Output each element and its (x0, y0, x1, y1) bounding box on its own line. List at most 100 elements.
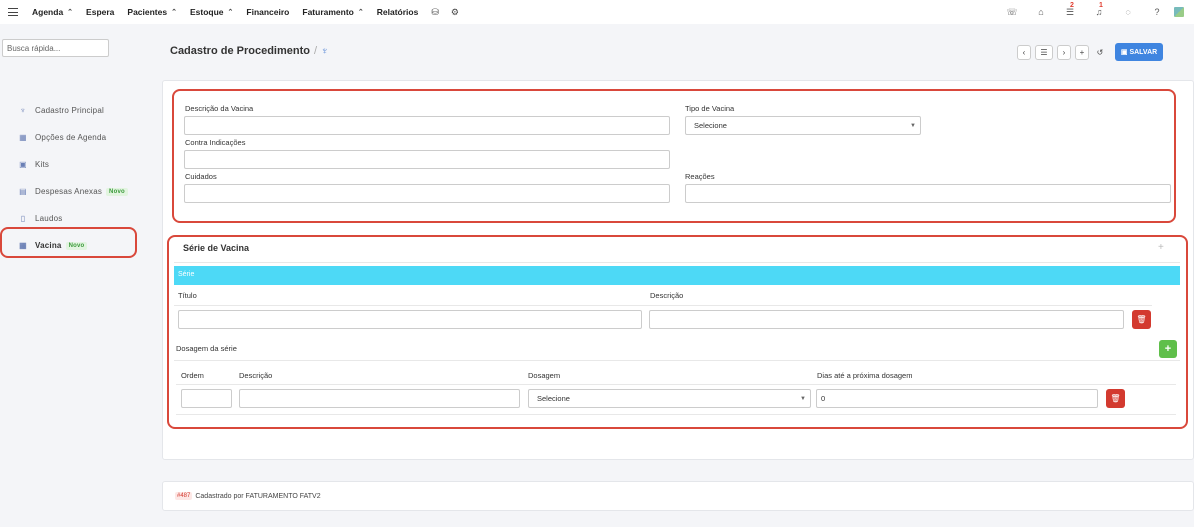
caret-icon: ⌃ (171, 9, 177, 16)
nav-relatorios[interactable]: Relatórios (377, 7, 419, 17)
cuidados-label: Cuidados (185, 172, 217, 181)
bell-icon[interactable]: ♫ 1 (1088, 2, 1110, 17)
box-icon: ▣ (19, 160, 27, 169)
contra-indicacoes-label: Contra Indicações (185, 138, 246, 147)
serie-card-title: Série de Vacina (183, 243, 250, 253)
titulo-label: Título (178, 291, 197, 300)
nav-label: Faturamento (302, 7, 354, 17)
reacoes-input[interactable] (685, 184, 1171, 203)
nav-espera[interactable]: Espera (86, 7, 114, 17)
ordem-input[interactable] (181, 389, 232, 408)
database-icon[interactable]: ⛁ (431, 7, 439, 18)
list-button[interactable]: ☰ (1035, 44, 1053, 60)
main-nav: Agenda ⌃ Espera Pacientes ⌃ Estoque ⌃ Finan… (32, 7, 471, 18)
descricao-vacina-label: Descrição da Vacina (185, 104, 254, 113)
cuidados-input[interactable] (184, 184, 670, 203)
col-descricao-label: Descrição (239, 371, 273, 380)
tipo-vacina-label: Tipo de Vacina (685, 104, 735, 113)
page-title-text: Cadastro de Procedimento (170, 45, 310, 57)
sidebar-item-opcoes-agenda[interactable]: ▦ Opções de Agenda (0, 124, 150, 151)
plus-icon: + (1164, 343, 1172, 355)
caret-icon: ⌃ (357, 9, 364, 16)
descricao-vacina-input[interactable] (184, 116, 670, 135)
gear-icon[interactable]: ⚙ (451, 7, 459, 18)
sidebar-item-despesas-anexas[interactable]: ▤ Despesas Anexas Novo (0, 178, 150, 205)
dias-proxima-dosagem-input[interactable]: 0 (816, 389, 1098, 408)
nav-label: Pacientes (127, 7, 168, 17)
record-id-badge: #487 (175, 492, 193, 500)
nav-agenda[interactable]: Agenda ⌃ (32, 7, 73, 17)
contra-indicacoes-input[interactable] (184, 150, 670, 169)
select-value: Selecione (537, 394, 570, 403)
next-button[interactable]: › (1057, 44, 1071, 60)
save-button[interactable]: ▣ SALVAR (1115, 43, 1163, 61)
save-label: SALVAR (1129, 48, 1158, 56)
sidebar-item-cadastro-principal[interactable]: ♆ Cadastro Principal (0, 97, 150, 124)
notifications-badge: 1 (1099, 2, 1103, 9)
dosagem-serie-label: Dosagem da série (176, 344, 237, 353)
nav-label: Relatórios (376, 7, 419, 17)
stethoscope-icon: ♆ (321, 46, 329, 57)
add-dosagem-button[interactable]: + (1159, 340, 1177, 358)
col-dosagem-label: Dosagem (528, 371, 561, 380)
sidebar-item-label: Despesas Anexas (35, 187, 103, 196)
top-navbar: Agenda ⌃ Espera Pacientes ⌃ Estoque ⌃ Finan… (0, 0, 1194, 24)
nav-label: Financeiro (246, 7, 290, 17)
delete-serie-button[interactable]: 🗑 (1132, 310, 1151, 329)
sidebar-item-kits[interactable]: ▣ Kits (0, 151, 150, 178)
chat-icon[interactable]: ◌ (1117, 7, 1139, 17)
serie-descricao-input[interactable] (649, 310, 1124, 329)
help-icon[interactable]: ? (1146, 7, 1168, 17)
divider (176, 414, 1176, 415)
phone-icon[interactable]: ☏ (1001, 7, 1023, 18)
topbar-actions: ☏ ⌂ ☰ 2 ♫ 1 ◌ ? (994, 0, 1184, 24)
divider (174, 360, 1180, 361)
sidebar-item-label: Cadastro Principal (35, 106, 104, 115)
highlight-outline-sidebar (0, 227, 137, 258)
reacoes-label: Reações (685, 172, 715, 181)
novo-badge: Novo (106, 187, 128, 196)
sidebar: Busca rápida... ♆ Cadastro Principal ▦ O… (0, 24, 150, 527)
select-value: Selecione (694, 121, 727, 130)
delete-dosagem-button[interactable]: 🗑 (1106, 389, 1125, 408)
nav-label: Agenda (32, 7, 64, 17)
nav-financeiro[interactable]: Financeiro (246, 7, 289, 17)
inbox-icon[interactable]: ⌂ (1030, 7, 1052, 17)
nav-label: Estoque (189, 7, 224, 17)
col-ordem-label: Ordem (181, 371, 204, 380)
titulo-input[interactable] (178, 310, 642, 329)
search-input[interactable]: Busca rápida... (2, 39, 109, 57)
chevron-down-icon: ▼ (800, 396, 806, 402)
divider (174, 305, 1152, 306)
hamburger-menu-icon[interactable] (8, 8, 18, 16)
calendar-icon: ▦ (19, 133, 27, 142)
nav-pacientes[interactable]: Pacientes ⌃ (127, 7, 177, 17)
nav-faturamento[interactable]: Faturamento ⌃ (302, 7, 363, 17)
page-title: Cadastro de Procedimento / ♆ (170, 45, 329, 57)
previous-button[interactable]: ‹ (1017, 44, 1031, 60)
caret-icon: ⌃ (227, 9, 234, 16)
chevron-down-icon: ▼ (910, 123, 916, 129)
tasks-badge: 2 (1070, 1, 1074, 9)
serie-header-bar: Série (174, 266, 1180, 285)
history-icon[interactable]: ↺ (1093, 45, 1107, 60)
sidebar-item-label: Kits (35, 160, 50, 169)
audit-info: #487 Cadastrado por FATURAMENTO FATV2 (175, 492, 321, 500)
trash-icon: 🗑 (1110, 394, 1121, 403)
dosagem-select[interactable]: Selecione ▼ (528, 389, 811, 408)
dosagem-descricao-input[interactable] (239, 389, 520, 408)
breadcrumb-separator: / (313, 45, 318, 57)
col-dias-label: Dias até a próxima dosagem (817, 371, 913, 380)
add-serie-icon[interactable]: + (1158, 242, 1164, 253)
avatar[interactable] (1174, 7, 1184, 17)
trash-icon: 🗑 (1136, 315, 1147, 324)
serie-descricao-label: Descrição (650, 291, 684, 300)
sidebar-item-label: Laudos (35, 214, 63, 223)
sidebar-item-label: Opções de Agenda (35, 133, 107, 142)
tasks-icon[interactable]: ☰ 2 (1059, 2, 1081, 18)
caret-icon: ⌃ (67, 9, 74, 16)
divider (176, 384, 1176, 385)
tipo-vacina-select[interactable]: Selecione ▼ (685, 116, 921, 135)
add-button[interactable]: + (1075, 44, 1089, 60)
nav-estoque[interactable]: Estoque ⌃ (190, 7, 233, 17)
